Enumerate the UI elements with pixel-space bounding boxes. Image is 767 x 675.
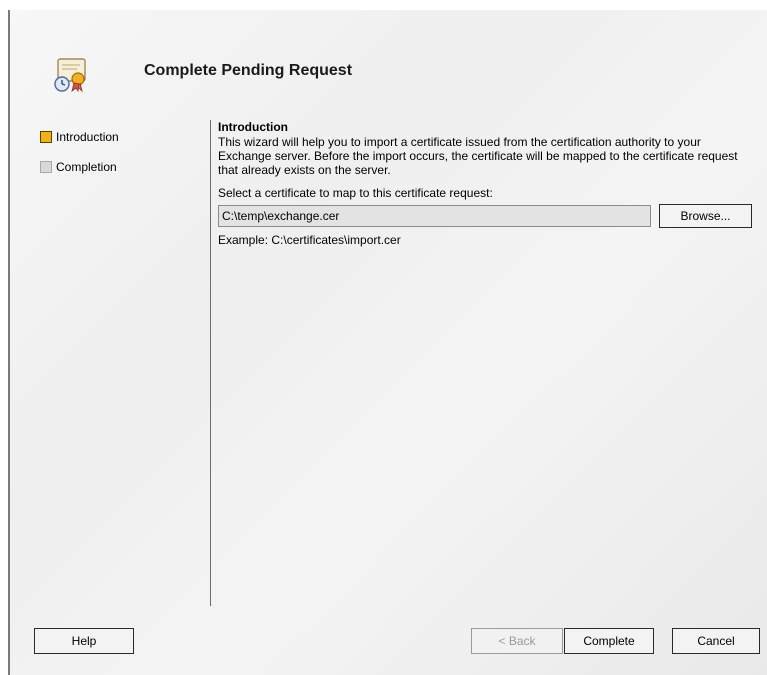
- pending-step-icon: [40, 161, 52, 173]
- select-label: Select a certificate to map to this cert…: [218, 186, 493, 200]
- certificate-icon: [54, 58, 86, 93]
- example-text: Example: C:\certificates\import.cer: [218, 233, 401, 247]
- certificate-path-input[interactable]: [218, 205, 651, 227]
- browse-button[interactable]: Browse...: [659, 204, 752, 228]
- nav-item-label: Introduction: [56, 130, 119, 144]
- path-row: Browse...: [218, 204, 758, 229]
- nav-item-completion[interactable]: Completion: [40, 158, 117, 176]
- back-button[interactable]: < Back: [471, 628, 563, 654]
- panel-divider: [210, 120, 211, 606]
- content-panel: Introduction This wizard will help you t…: [218, 120, 758, 247]
- nav-item-label: Completion: [56, 160, 117, 174]
- intro-text: This wizard will help you to import a ce…: [218, 135, 738, 177]
- cancel-button[interactable]: Cancel: [672, 628, 760, 654]
- nav-item-introduction[interactable]: Introduction: [40, 128, 119, 146]
- page-title: Complete Pending Request: [144, 62, 353, 79]
- complete-button[interactable]: Complete: [564, 628, 654, 654]
- wizard-window: Complete Pending Request Introduction Co…: [8, 10, 767, 675]
- section-title: Introduction: [218, 120, 288, 134]
- help-button[interactable]: Help: [34, 628, 134, 654]
- wizard-header: Complete Pending Request: [8, 10, 767, 115]
- active-step-icon: [40, 131, 52, 143]
